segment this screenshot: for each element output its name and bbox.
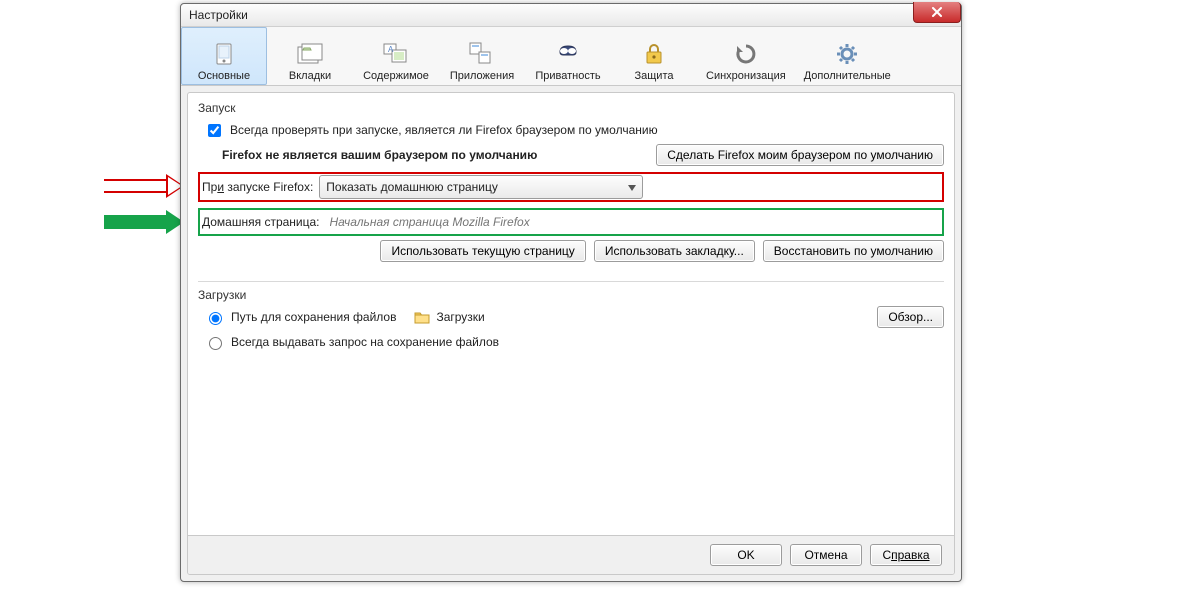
on-launch-row: При запуске Firefox: Показать домашнюю с…: [198, 172, 944, 202]
tab-advanced[interactable]: Дополнительные: [795, 27, 900, 85]
homepage-row: Домашняя страница:: [198, 208, 944, 236]
tab-label: Основные: [198, 70, 250, 82]
help-button[interactable]: Справка: [870, 544, 942, 566]
tab-tabs[interactable]: Вкладки: [267, 27, 353, 85]
downloads-group-title: Загрузки: [198, 288, 944, 302]
svg-text:A: A: [388, 45, 394, 54]
startup-group: Запуск Всегда проверять при запуске, явл…: [198, 101, 944, 265]
window-close-button[interactable]: [913, 2, 961, 23]
dialog-footer: OK Отмена Справка: [188, 535, 954, 574]
on-launch-label: При запуске Firefox:: [202, 180, 313, 194]
tab-label: Дополнительные: [804, 70, 891, 82]
homepage-input[interactable]: [326, 212, 941, 232]
on-launch-selected-value: Показать домашнюю страницу: [326, 180, 498, 194]
tab-label: Вкладки: [289, 70, 331, 82]
tab-privacy[interactable]: Приватность: [525, 27, 611, 85]
tab-content[interactable]: A Содержимое: [353, 27, 439, 85]
tab-sync[interactable]: Синхронизация: [697, 27, 795, 85]
use-bookmark-button[interactable]: Использовать закладку...: [594, 240, 755, 262]
save-to-value: Загрузки: [436, 310, 484, 324]
restore-default-button[interactable]: Восстановить по умолчанию: [763, 240, 944, 262]
browse-button[interactable]: Обзор...: [877, 306, 944, 328]
ok-button[interactable]: OK: [710, 544, 782, 566]
close-icon: [931, 7, 943, 17]
sync-icon: [730, 40, 762, 68]
always-ask-radio[interactable]: [209, 337, 222, 350]
settings-window: Настройки Основные Вкладки: [180, 3, 962, 582]
tab-label: Приватность: [535, 70, 600, 82]
not-default-text: Firefox не является вашим браузером по у…: [222, 148, 537, 162]
tab-applications[interactable]: Приложения: [439, 27, 525, 85]
general-panel: Запуск Всегда проверять при запуске, явл…: [187, 92, 955, 575]
titlebar: Настройки: [181, 4, 961, 27]
chevron-down-icon: [628, 180, 636, 194]
use-current-page-button[interactable]: Использовать текущую страницу: [380, 240, 585, 262]
save-to-label: Путь для сохранения файлов: [231, 310, 396, 324]
annotation-arrow-green: [104, 210, 184, 234]
homepage-label: Домашняя страница:: [202, 215, 320, 229]
tab-label: Защита: [635, 70, 674, 82]
tab-label: Содержимое: [363, 70, 429, 82]
gear-icon: [831, 40, 863, 68]
tabs-icon: [294, 40, 326, 68]
on-launch-select[interactable]: Показать домашнюю страницу: [319, 175, 643, 199]
general-icon: [208, 40, 240, 68]
startup-group-title: Запуск: [198, 101, 944, 115]
cancel-button[interactable]: Отмена: [790, 544, 862, 566]
tab-label: Синхронизация: [706, 70, 786, 82]
make-default-button[interactable]: Сделать Firefox моим браузером по умолча…: [656, 144, 944, 166]
tab-general[interactable]: Основные: [181, 27, 267, 85]
save-to-radio[interactable]: [209, 312, 222, 325]
applications-icon: [466, 40, 498, 68]
check-default-browser-checkbox[interactable]: [208, 124, 221, 137]
window-title: Настройки: [185, 6, 252, 24]
privacy-icon: [552, 40, 584, 68]
lock-icon: [638, 40, 670, 68]
folder-icon: [414, 310, 430, 324]
separator: [198, 281, 944, 282]
content-icon: A: [380, 40, 412, 68]
check-default-browser-label: Всегда проверять при запуске, является л…: [230, 123, 658, 137]
downloads-group: Загрузки Путь для сохранения файлов Загр…: [198, 288, 944, 356]
tab-security[interactable]: Защита: [611, 27, 697, 85]
tab-label: Приложения: [450, 70, 514, 82]
category-toolbar: Основные Вкладки A Содержимое Приложения: [181, 27, 961, 86]
always-ask-label: Всегда выдавать запрос на сохранение фай…: [231, 335, 499, 349]
